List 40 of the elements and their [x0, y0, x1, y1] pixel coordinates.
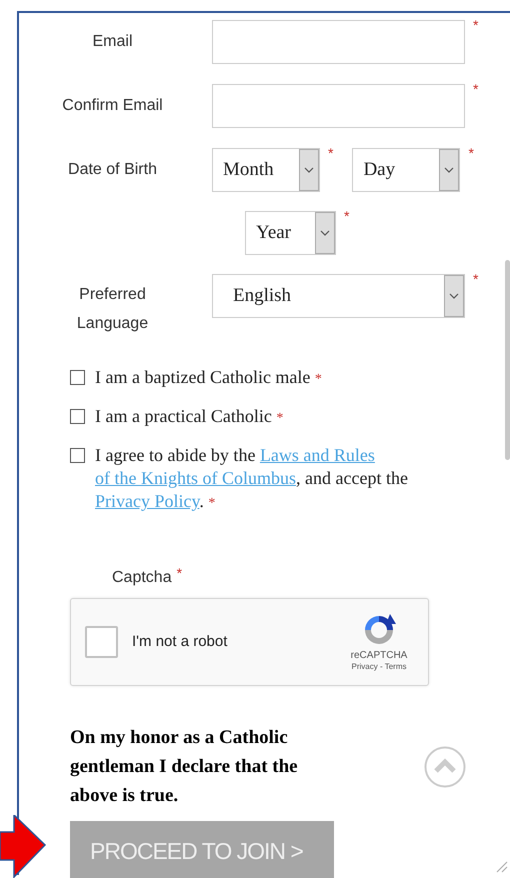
caret-icon	[299, 149, 319, 191]
required-mark: *	[473, 18, 478, 32]
field-label: Confirm Email	[62, 96, 163, 116]
required-mark: *	[344, 209, 350, 223]
field-label: Date of Birth	[68, 160, 157, 180]
caret-icon	[444, 275, 464, 317]
field-label: Email	[92, 32, 132, 52]
captcha-label: Captcha	[112, 568, 172, 588]
checkbox-label: I agree to abide by the Laws and Rules of the Knights of Columbus, and accept the Privacy Policy. *	[95, 444, 409, 513]
select-value: Day	[362, 158, 396, 182]
required-mark: *	[468, 146, 474, 160]
required-mark: *	[328, 146, 334, 160]
required-mark: *	[176, 566, 182, 580]
select-value: Year	[255, 221, 292, 245]
privacy-terms-link[interactable]: Privacy - Terms	[352, 662, 406, 672]
input-field[interactable]	[212, 20, 465, 64]
resize-grip-icon	[494, 859, 508, 873]
captcha-text: I'm not a robot	[132, 632, 228, 652]
scroll-up-icon[interactable]	[424, 746, 466, 788]
language-select[interactable]: English	[212, 274, 465, 318]
required-mark: *	[473, 272, 478, 286]
year-select[interactable]: Year	[245, 211, 336, 255]
select-value: English	[232, 284, 292, 308]
scrollbar[interactable]	[505, 260, 510, 460]
select-value: Month	[222, 158, 275, 182]
required-mark: *	[473, 82, 478, 96]
day-select[interactable]: Day	[352, 148, 460, 192]
caret-icon	[315, 212, 335, 254]
caret-icon	[439, 149, 460, 191]
captcha-checkbox[interactable]	[85, 626, 118, 658]
checkbox-label: I am a practical Catholic *	[95, 405, 284, 428]
checkbox-label: I am a baptized Catholic male *	[95, 366, 323, 389]
month-select[interactable]: Month	[212, 148, 320, 192]
input-field[interactable]	[212, 84, 465, 128]
declaration-text: On my honor as a Catholic gentleman I declare that the above is true.	[70, 726, 299, 808]
recaptcha-brand: reCAPTCHA	[350, 650, 408, 662]
checkbox[interactable]	[70, 409, 85, 424]
field-label: Preferred Language	[76, 285, 150, 334]
checkbox[interactable]	[70, 370, 85, 385]
checkbox[interactable]	[70, 448, 85, 463]
